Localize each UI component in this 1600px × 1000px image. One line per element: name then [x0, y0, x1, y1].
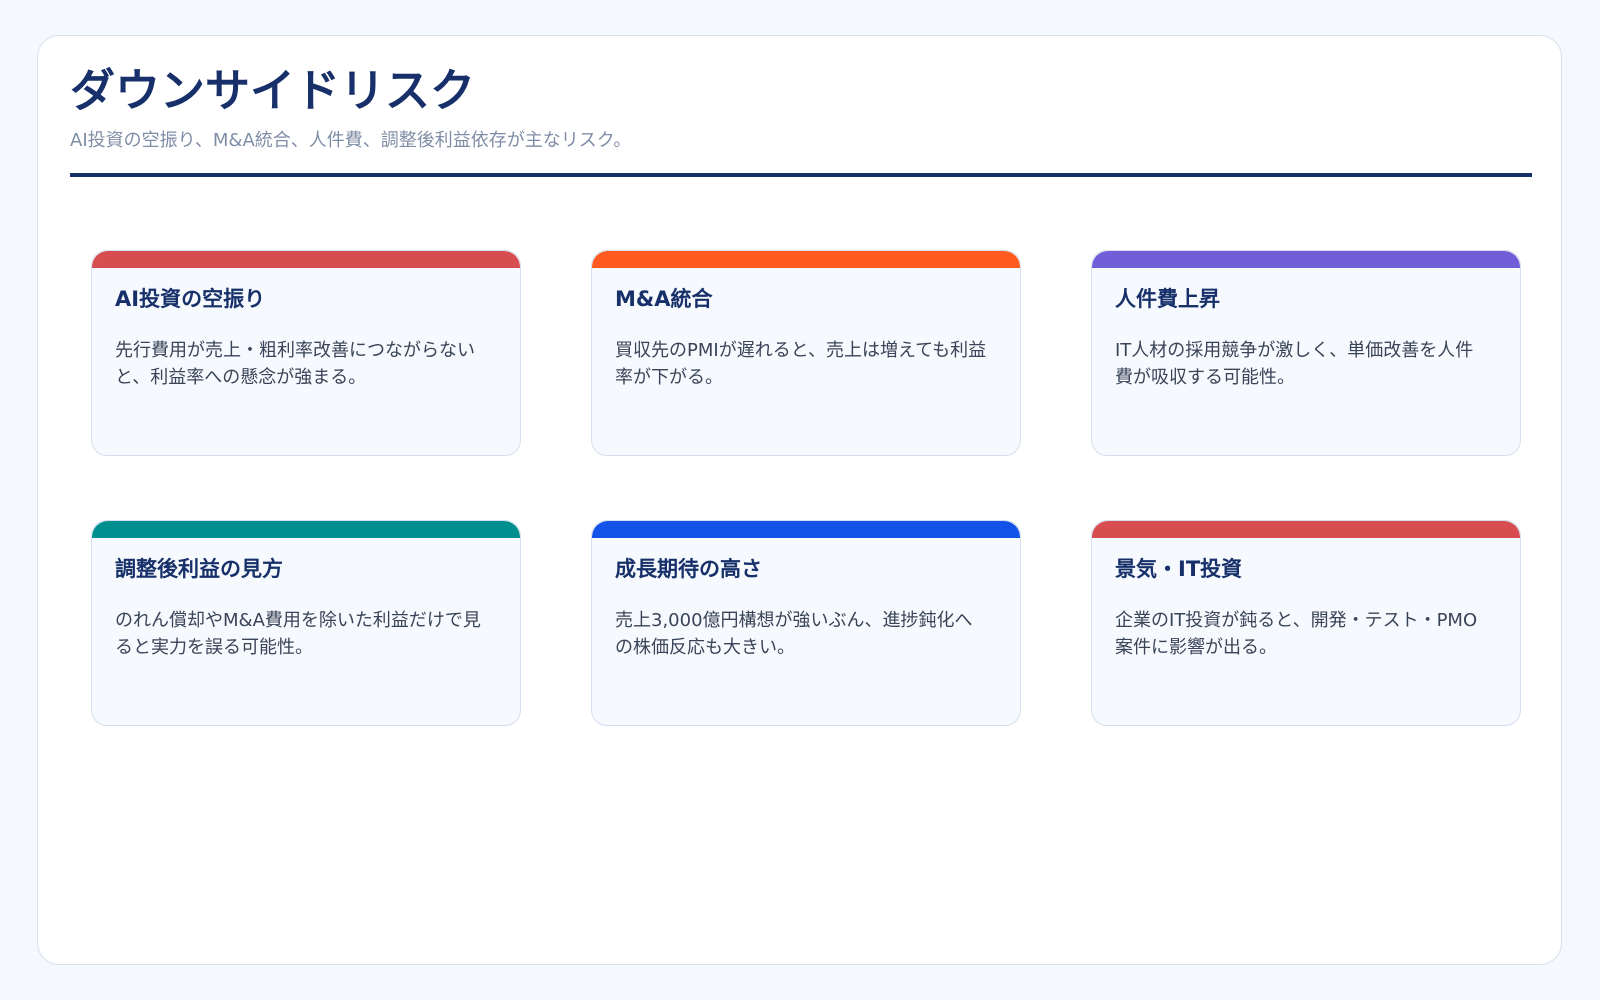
orange-accent-bar	[592, 251, 1020, 268]
title-divider	[70, 173, 1532, 177]
risk-card-economy-it-investment: 景気・IT投資 企業のIT投資が鈍ると、開発・テスト・PMO案件に影響が出る。	[1091, 520, 1521, 726]
risk-card-ma-integration: M&A統合 買収先のPMIが遅れると、売上は増えても利益率が下がる。	[591, 250, 1021, 456]
risk-card-title: M&A統合	[615, 287, 713, 311]
teal-accent-bar	[92, 521, 520, 538]
risk-card-description: 企業のIT投資が鈍ると、開発・テスト・PMO案件に影響が出る。	[1115, 610, 1478, 658]
page-subtitle: AI投資の空振り、M&A統合、人件費、調整後利益依存が主なリスク。	[70, 129, 632, 151]
risk-card-grid: AI投資の空振り 先行費用が売上・粗利率改善につながらないと、利益率への懸念が強…	[91, 250, 1521, 726]
risk-card-description: 買収先のPMIが遅れると、売上は増えても利益率が下がる。	[615, 340, 987, 388]
risk-card-growth-expectation: 成長期待の高さ 売上3,000億円構想が強いぶん、進捗鈍化への株価反応も大きい。	[591, 520, 1021, 726]
risk-card-title: 成長期待の高さ	[615, 557, 762, 581]
slide-header: ダウンサイドリスク AI投資の空振り、M&A統合、人件費、調整後利益依存が主なリ…	[70, 64, 1532, 152]
risk-card-ai-investment: AI投資の空振り 先行費用が売上・粗利率改善につながらないと、利益率への懸念が強…	[91, 250, 521, 456]
red-accent-bar	[92, 251, 520, 268]
risk-card-labor-cost: 人件費上昇 IT人材の採用競争が激しく、単価改善を人件費が吸収する可能性。	[1091, 250, 1521, 456]
red-accent-bar	[1092, 521, 1520, 538]
downside-risk-slide: ダウンサイドリスク AI投資の空振り、M&A統合、人件費、調整後利益依存が主なリ…	[37, 35, 1562, 965]
risk-card-description: 先行費用が売上・粗利率改善につながらないと、利益率への懸念が強まる。	[115, 340, 475, 388]
risk-card-title: AI投資の空振り	[115, 287, 266, 311]
purple-accent-bar	[1092, 251, 1520, 268]
risk-card-description: のれん償却やM&A費用を除いた利益だけで見ると実力を誤る可能性。	[115, 610, 481, 658]
risk-card-adjusted-profit: 調整後利益の見方 のれん償却やM&A費用を除いた利益だけで見ると実力を誤る可能性…	[91, 520, 521, 726]
blue-accent-bar	[592, 521, 1020, 538]
risk-card-description: 売上3,000億円構想が強いぶん、進捗鈍化への株価反応も大きい。	[615, 610, 973, 658]
risk-card-title: 調整後利益の見方	[115, 557, 283, 581]
risk-card-description: IT人材の採用競争が激しく、単価改善を人件費が吸収する可能性。	[1115, 340, 1474, 388]
page-title: ダウンサイドリスク	[70, 64, 476, 117]
risk-card-title: 景気・IT投資	[1115, 557, 1243, 581]
risk-card-title: 人件費上昇	[1115, 287, 1220, 311]
